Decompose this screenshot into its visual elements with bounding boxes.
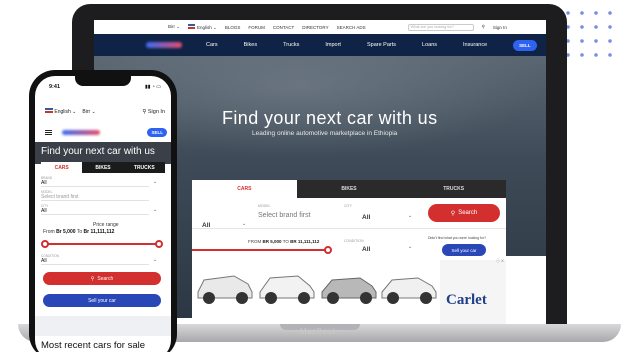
tab-cars[interactable]: CARS: [41, 162, 83, 173]
condition-select[interactable]: CONDITION All: [41, 254, 149, 265]
mobile-search-button[interactable]: ⚲ Search: [43, 272, 161, 285]
us-flag-icon: [45, 108, 53, 113]
decorative-dot-grid: [561, 6, 621, 66]
price-range-text: FROM BR 5,000 TO BR 11,111,112: [248, 239, 320, 244]
condition-label: CONDITION: [344, 239, 364, 243]
topbar-link-search-ads[interactable]: SEARCH ADS: [337, 25, 366, 30]
mobile-sell-button[interactable]: SELL: [147, 127, 167, 137]
car-image: [321, 277, 377, 304]
signin-link[interactable]: Sign In: [493, 25, 507, 30]
us-flag-icon: [188, 23, 196, 29]
price-slider-handle[interactable]: [324, 246, 332, 254]
nav-item-loans[interactable]: Loans: [422, 42, 437, 48]
iphone-frame: 9:41 ▮▮ ◔ ▭ English ⌄ Birr ⌄ ⚲ Sign In S…: [29, 70, 177, 352]
chevron-down-icon: ⌄: [408, 213, 413, 219]
mobile-screen: 9:41 ▮▮ ◔ ▭ English ⌄ Birr ⌄ ⚲ Sign In S…: [35, 76, 171, 352]
mockup-stage: Birr ⌄ English ⌄ BLOGS FORUM CONTACT DIR…: [0, 0, 625, 352]
city-select[interactable]: CITY All: [41, 204, 149, 215]
model-select[interactable]: Select brand first: [258, 212, 311, 219]
city-select[interactable]: All: [362, 214, 370, 221]
nav-item-trucks[interactable]: Trucks: [283, 42, 299, 48]
topbar-link-blogs[interactable]: BLOGS: [225, 25, 241, 30]
mobile-header: SELL: [45, 124, 167, 140]
currency-select[interactable]: Birr ⌄: [168, 24, 180, 30]
mobile-currency-select[interactable]: Birr ⌄: [82, 109, 95, 115]
nav-item-insurance[interactable]: Insurance: [463, 42, 487, 48]
condition-select[interactable]: All: [362, 246, 370, 253]
price-slider-min-handle[interactable]: [41, 240, 49, 248]
ad-choices-icon[interactable]: ⓘ X: [496, 258, 504, 264]
mobile-topbar: English ⌄ Birr ⌄ ⚲ Sign In: [45, 108, 165, 115]
brand-select[interactable]: BRAND All: [41, 176, 149, 187]
topbar-link-contact[interactable]: CONTACT: [273, 25, 294, 30]
tab-bikes[interactable]: BIKES: [296, 180, 402, 198]
price-slider-max-handle[interactable]: [155, 240, 163, 248]
macbook-label: MacBook: [300, 327, 337, 336]
hero-subtitle: Leading online automotive marketplace in…: [252, 130, 398, 137]
vehicle-tabs: CARS BIKES TRUCKS: [192, 180, 507, 198]
search-icon: ⚲: [450, 210, 456, 217]
city-label: CITY: [344, 204, 352, 208]
chevron-down-icon: ⌄: [153, 207, 158, 213]
mobile-signin[interactable]: ⚲ Sign In: [142, 109, 165, 115]
search-button[interactable]: ⚲ Search: [428, 204, 500, 222]
language-select[interactable]: English ⌄: [188, 23, 217, 31]
price-range-title: Price range: [93, 222, 119, 228]
price-slider-track: [45, 243, 159, 245]
price-slider-track: [192, 249, 330, 251]
price-range-values: From Br 5,000 To Br 11,111,112: [43, 229, 115, 235]
desktop-topbar: Birr ⌄ English ⌄ BLOGS FORUM CONTACT DIR…: [94, 20, 546, 34]
mobile-sell-your-car-button[interactable]: Sell your car: [43, 294, 161, 307]
ad-banner[interactable]: ⓘ X Carlet: [192, 256, 546, 324]
search-input[interactable]: What are you looking for?: [407, 23, 474, 31]
site-logo[interactable]: [146, 42, 182, 48]
search-panel: CARS BIKES TRUCKS All ⌄ MODEL Select bra…: [192, 180, 507, 266]
mobile-hero-title: Find your next car with us: [41, 146, 155, 157]
tab-cars[interactable]: CARS: [192, 180, 297, 198]
search-icon: ⚲: [90, 275, 95, 282]
menu-icon[interactable]: [45, 129, 52, 135]
condition-value: All: [41, 258, 47, 264]
chevron-down-icon: ⌄: [153, 179, 158, 185]
hero-title: Find your next car with us: [222, 108, 438, 128]
tab-trucks[interactable]: TRUCKS: [401, 180, 507, 198]
divider: [192, 228, 506, 229]
car-image: [259, 275, 315, 304]
help-text: Didn't find what you were looking for?: [428, 236, 487, 240]
model-label: MODEL: [258, 204, 271, 208]
nav-item-bikes[interactable]: Bikes: [244, 42, 257, 48]
nav-item-cars[interactable]: Cars: [206, 42, 218, 48]
mobile-section-divider: [35, 316, 171, 336]
mobile-language-select[interactable]: English ⌄: [45, 108, 76, 115]
model-value: Select brand first: [41, 194, 79, 200]
sell-button[interactable]: SELL: [513, 39, 537, 51]
carlet-logo: Carlet: [446, 292, 487, 308]
nav-item-spare-parts[interactable]: Spare Parts: [367, 42, 396, 48]
mobile-vehicle-tabs: CARS BIKES TRUCKS: [41, 162, 165, 173]
tab-bikes[interactable]: BIKES: [82, 162, 124, 173]
recent-cars-heading: Most recent cars for sale: [41, 340, 146, 351]
nav-item-import[interactable]: Import: [325, 42, 341, 48]
topbar-link-directory[interactable]: DIRECTORY: [302, 25, 328, 30]
topbar-link-forum[interactable]: FORUM: [248, 25, 265, 30]
chevron-down-icon: ⌄: [408, 244, 413, 250]
site-logo[interactable]: [62, 129, 100, 135]
car-image: [381, 277, 437, 304]
chevron-down-icon: ⌄: [242, 221, 247, 227]
car-image: [197, 275, 253, 304]
status-icons: ▮▮ ◔ ▭: [144, 84, 161, 90]
chevron-down-icon: ⌄: [153, 257, 158, 263]
phone-notch: [75, 76, 131, 86]
status-time: 9:41: [49, 84, 61, 90]
sell-your-car-button[interactable]: Sell your car: [442, 244, 486, 256]
model-select[interactable]: MODEL Select brand first: [41, 190, 149, 201]
main-nav: Cars Bikes Trucks Import Spare Parts Loa…: [94, 34, 546, 56]
city-value: All: [41, 208, 47, 214]
brand-value: All: [41, 180, 47, 186]
search-icon[interactable]: ⚲: [482, 24, 485, 30]
tab-trucks[interactable]: TRUCKS: [123, 162, 165, 173]
